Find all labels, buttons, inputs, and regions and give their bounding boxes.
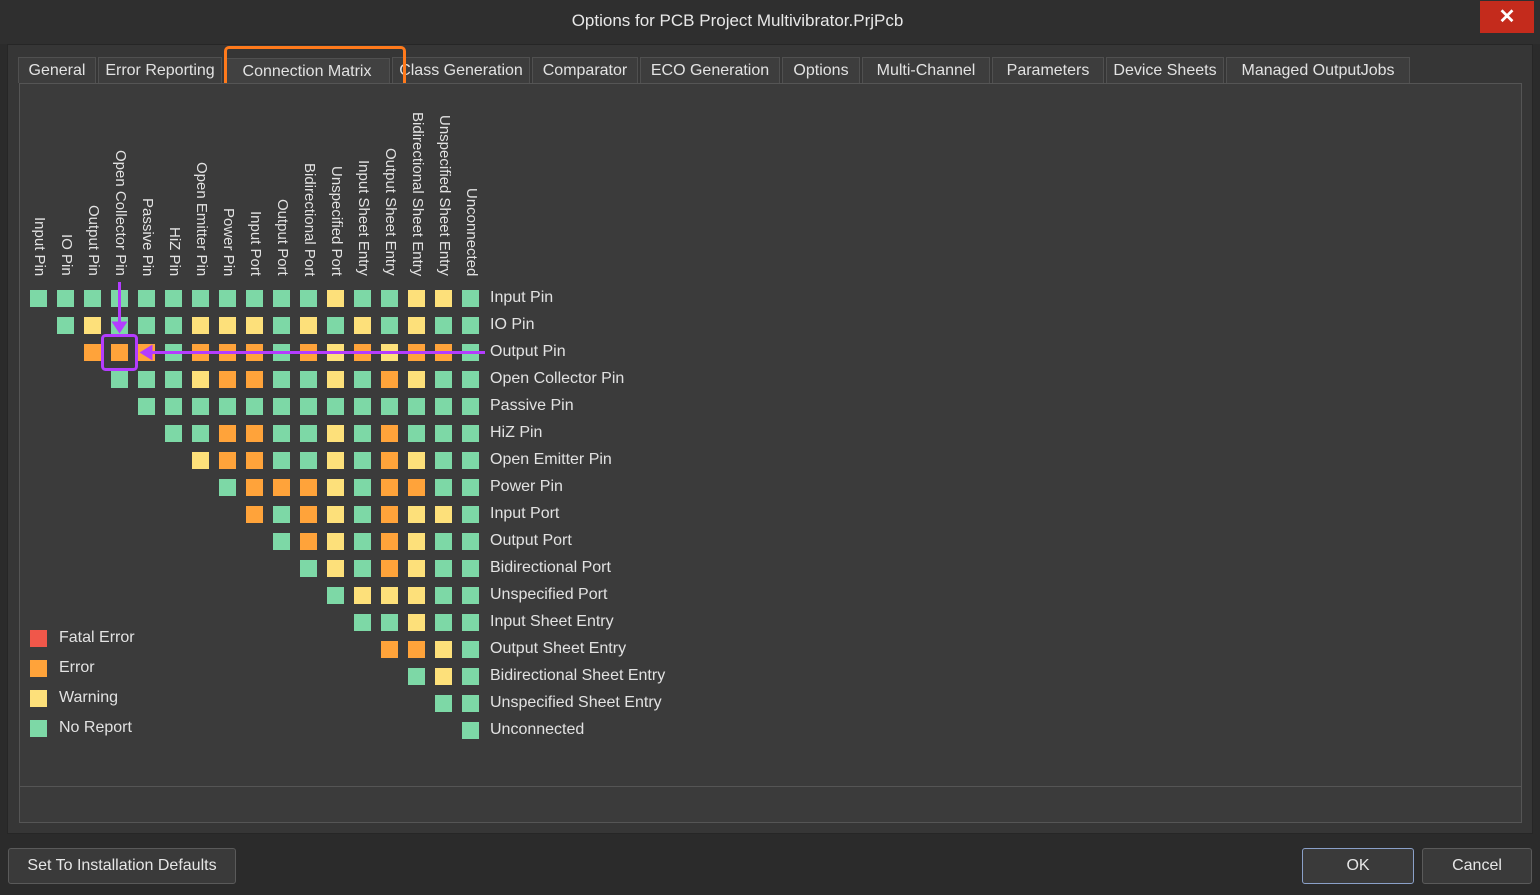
row-arrow-head <box>139 344 153 361</box>
annotation-overlay <box>101 282 485 371</box>
set-defaults-button[interactable]: Set To Installation Defaults <box>8 848 236 884</box>
ok-button[interactable]: OK <box>1302 848 1414 884</box>
column-arrow-head <box>111 321 128 334</box>
highlight-cell-box <box>101 334 138 371</box>
cancel-button[interactable]: Cancel <box>1422 848 1532 884</box>
